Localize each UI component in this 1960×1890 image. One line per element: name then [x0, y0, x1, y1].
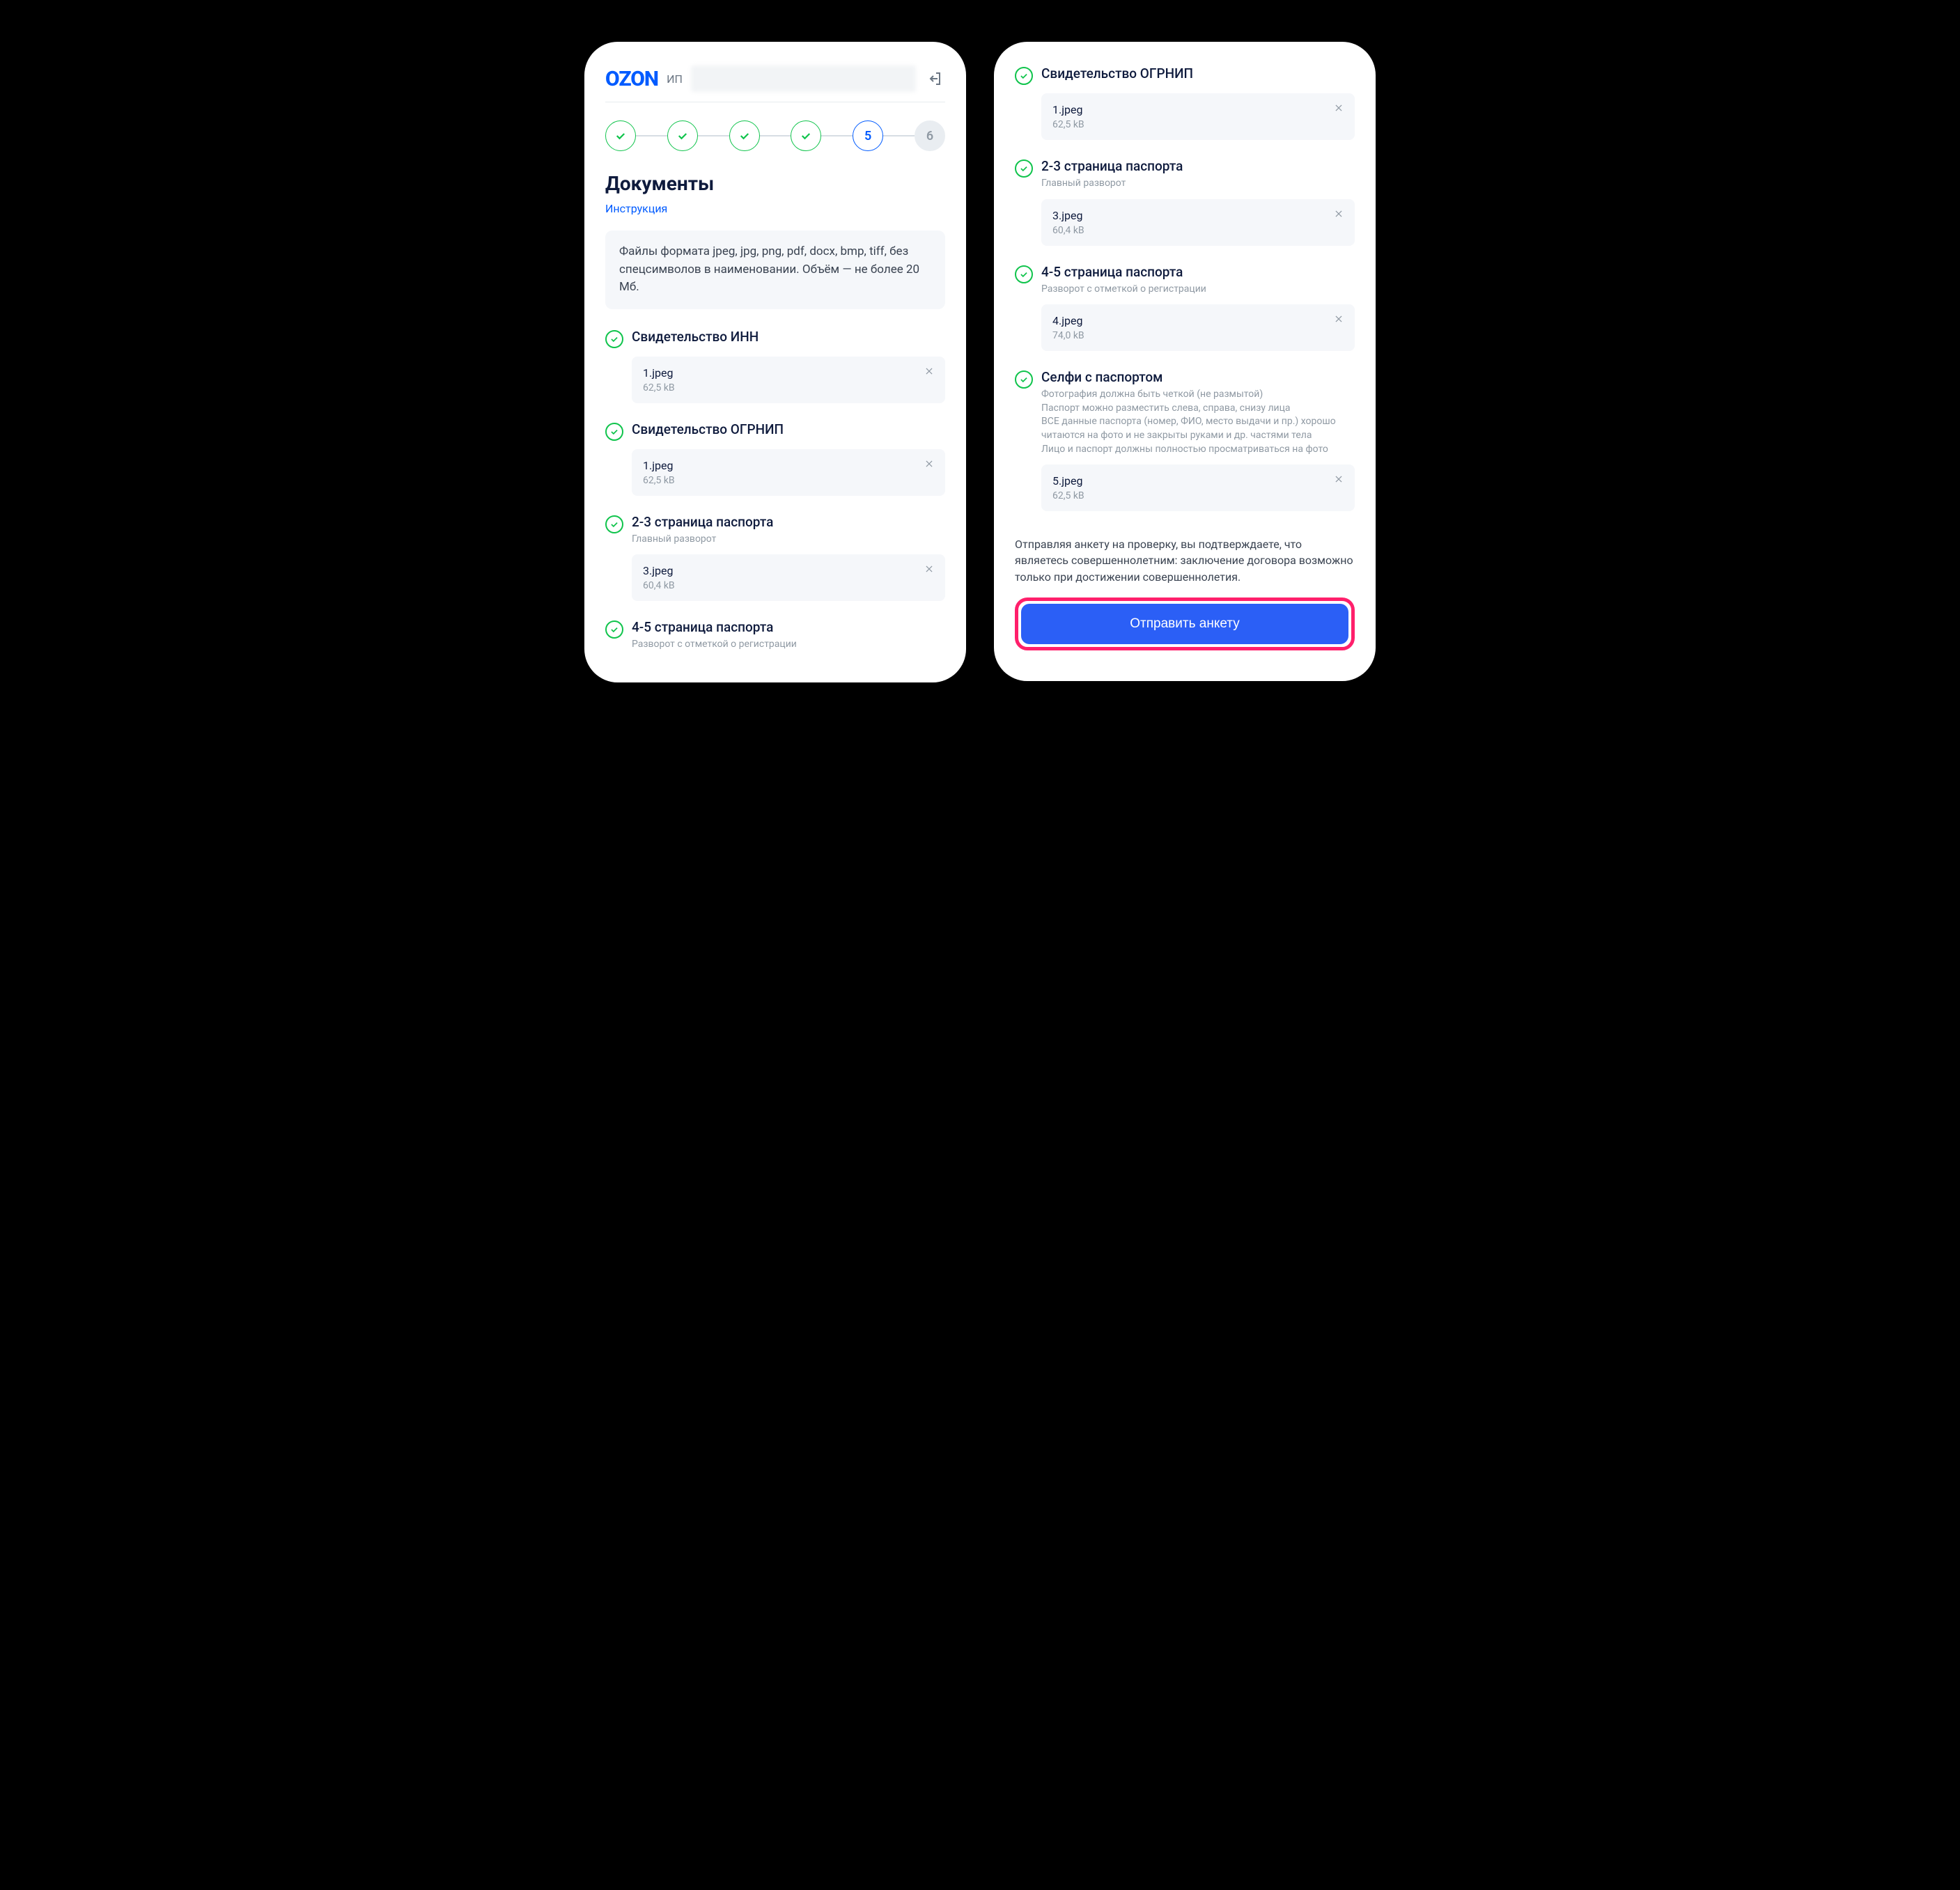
file-name: 4.jpeg — [1052, 314, 1084, 327]
check-circle-icon — [1015, 265, 1033, 283]
doc-subtitle: Разворот с отметкой о регистрации — [1041, 283, 1206, 297]
doc-section-passport-45: 4-5 страница паспорта Разворот с отметко… — [605, 619, 945, 652]
check-icon — [676, 130, 689, 142]
ozon-logo: OZON — [605, 67, 658, 91]
uploaded-file: 3.jpeg 60,4 kB — [632, 554, 945, 601]
remove-file-button[interactable] — [1334, 209, 1344, 219]
doc-subtitle: Разворот с отметкой о регистрации — [632, 638, 797, 652]
doc-section-selfie: Селфи с паспортом Фотография должна быть… — [1015, 369, 1355, 511]
file-name: 1.jpeg — [643, 366, 675, 380]
uploaded-file: 4.jpeg 74,0 kB — [1041, 304, 1355, 351]
file-name: 5.jpeg — [1052, 474, 1084, 487]
user-prefix: ИП — [667, 72, 683, 86]
submit-button[interactable]: Отправить анкету — [1021, 604, 1348, 644]
check-circle-icon — [1015, 67, 1033, 85]
check-circle-icon — [605, 330, 623, 348]
doc-title: Свидетельство ОГРНИП — [1041, 65, 1193, 81]
doc-subtitle: Главный разворот — [632, 533, 773, 547]
check-circle-icon — [605, 620, 623, 639]
step-6[interactable]: 6 — [915, 120, 945, 151]
doc-title: 4-5 страница паспорта — [632, 619, 797, 635]
remove-file-button[interactable] — [924, 366, 934, 376]
file-format-info: Файлы формата jpeg, jpg, png, pdf, docx,… — [605, 231, 945, 309]
doc-section-ogrnip: Свидетельство ОГРНИП 1.jpeg 62,5 kB — [605, 421, 945, 496]
check-circle-icon — [605, 423, 623, 441]
check-circle-icon — [605, 515, 623, 533]
step-connector — [821, 135, 853, 136]
doc-section-passport-45: 4-5 страница паспорта Разворот с отметко… — [1015, 264, 1355, 352]
logout-button[interactable] — [924, 68, 945, 89]
doc-title: Свидетельство ИНН — [632, 329, 759, 345]
close-icon — [924, 366, 934, 376]
step-connector — [760, 135, 791, 136]
doc-subtitle: Фотография должна быть четкой (не размыт… — [1041, 388, 1355, 456]
doc-title: 2-3 страница паспорта — [632, 514, 773, 530]
phone-right: Свидетельство ОГРНИП 1.jpeg 62,5 kB 2-3 … — [994, 42, 1376, 681]
uploaded-file: 1.jpeg 62,5 kB — [632, 357, 945, 403]
uploaded-file: 1.jpeg 62,5 kB — [1041, 93, 1355, 140]
file-size: 62,5 kB — [643, 382, 675, 393]
close-icon — [1334, 103, 1344, 113]
step-label: 5 — [864, 129, 871, 143]
remove-file-button[interactable] — [1334, 474, 1344, 484]
step-connector — [883, 135, 915, 136]
step-label: 6 — [926, 129, 933, 143]
check-icon — [800, 130, 812, 142]
doc-section-passport-23: 2-3 страница паспорта Главный разворот 3… — [605, 514, 945, 602]
remove-file-button[interactable] — [924, 459, 934, 469]
step-2[interactable] — [667, 120, 698, 151]
check-icon — [614, 130, 627, 142]
doc-title: 4-5 страница паспорта — [1041, 264, 1206, 280]
close-icon — [924, 459, 934, 469]
file-size: 60,4 kB — [643, 580, 675, 591]
doc-title: Свидетельство ОГРНИП — [632, 421, 784, 437]
doc-title: 2-3 страница паспорта — [1041, 158, 1183, 174]
step-3[interactable] — [729, 120, 760, 151]
doc-section-ogrnip: Свидетельство ОГРНИП 1.jpeg 62,5 kB — [1015, 65, 1355, 140]
instruction-link[interactable]: Инструкция — [605, 202, 945, 215]
close-icon — [1334, 314, 1344, 324]
step-5[interactable]: 5 — [853, 120, 883, 151]
step-4[interactable] — [791, 120, 821, 151]
header: OZON ИП — [605, 65, 945, 102]
consent-text: Отправляя анкету на проверку, вы подтвер… — [1015, 536, 1355, 585]
file-name: 3.jpeg — [643, 564, 675, 577]
doc-section-passport-23: 2-3 страница паспорта Главный разворот 3… — [1015, 158, 1355, 246]
step-connector — [698, 135, 729, 136]
doc-title: Селфи с паспортом — [1041, 369, 1355, 385]
user-name-redacted — [691, 65, 916, 92]
close-icon — [1334, 209, 1344, 219]
uploaded-file: 1.jpeg 62,5 kB — [632, 449, 945, 496]
file-size: 62,5 kB — [1052, 490, 1084, 501]
logout-icon — [926, 70, 943, 87]
check-circle-icon — [1015, 159, 1033, 178]
remove-file-button[interactable] — [1334, 103, 1344, 113]
phone-left: OZON ИП 5 6 Документы Инструкция — [584, 42, 966, 682]
close-icon — [924, 564, 934, 574]
uploaded-file: 3.jpeg 60,4 kB — [1041, 199, 1355, 246]
file-name: 1.jpeg — [643, 459, 675, 472]
step-1[interactable] — [605, 120, 636, 151]
page-title: Документы — [605, 172, 945, 195]
doc-section-inn: Свидетельство ИНН 1.jpeg 62,5 kB — [605, 329, 945, 403]
remove-file-button[interactable] — [924, 564, 934, 574]
file-size: 62,5 kB — [643, 475, 675, 486]
file-size: 62,5 kB — [1052, 119, 1084, 130]
remove-file-button[interactable] — [1334, 314, 1344, 324]
submit-highlight: Отправить анкету — [1015, 598, 1355, 650]
file-size: 74,0 kB — [1052, 330, 1084, 341]
doc-subtitle: Главный разворот — [1041, 177, 1183, 191]
file-size: 60,4 kB — [1052, 225, 1084, 236]
file-name: 3.jpeg — [1052, 209, 1084, 222]
file-name: 1.jpeg — [1052, 103, 1084, 116]
check-circle-icon — [1015, 370, 1033, 389]
stepper: 5 6 — [605, 120, 945, 151]
close-icon — [1334, 474, 1344, 484]
uploaded-file: 5.jpeg 62,5 kB — [1041, 464, 1355, 511]
check-icon — [738, 130, 751, 142]
step-connector — [636, 135, 667, 136]
